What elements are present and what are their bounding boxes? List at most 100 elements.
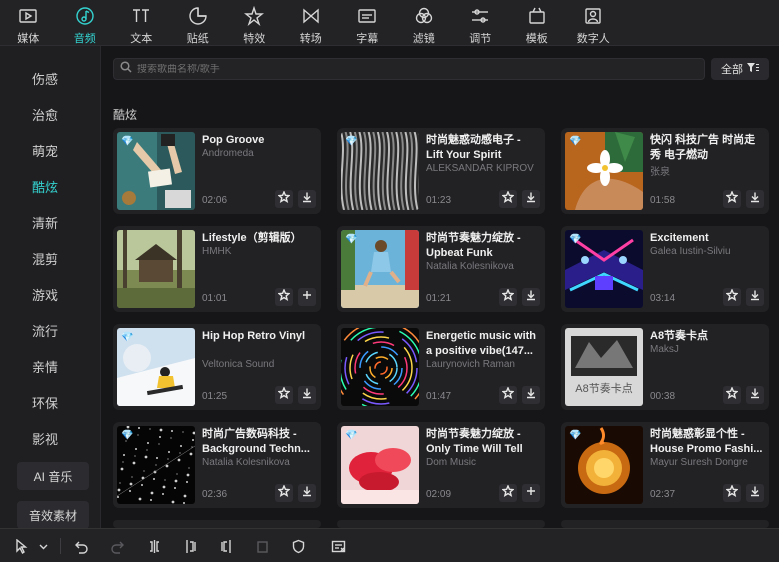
track-card[interactable]: 💎 Hip Hop Retro Vinyl Veltonica Sound 01:25 — [113, 324, 321, 410]
tab-label: 滤镜 — [412, 33, 435, 45]
chevron-down-icon[interactable] — [34, 537, 52, 555]
favorite-button[interactable] — [499, 288, 517, 306]
track-card[interactable]: 💎 时尚节奏魅力绽放 - Upbeat Funk Natalia Kolesniko… — [337, 226, 545, 312]
tab-sticker[interactable]: 贴纸 — [170, 0, 227, 46]
tab-audio[interactable]: 音频 — [57, 0, 114, 46]
sidebar-item[interactable]: 环保 — [0, 393, 90, 412]
download-icon — [525, 190, 537, 208]
sidebar-item[interactable]: 伤感 — [0, 69, 90, 88]
track-card[interactable]: A8节奏卡点 A8节奏卡点 MaksJ 00:38 — [561, 324, 769, 410]
download-button[interactable] — [746, 190, 764, 208]
favorite-button[interactable] — [723, 484, 741, 502]
favorite-button[interactable] — [499, 484, 517, 502]
add-button[interactable] — [298, 288, 316, 306]
download-button[interactable] — [522, 190, 540, 208]
adjust-icon — [470, 6, 490, 31]
download-button[interactable] — [522, 288, 540, 306]
download-button[interactable] — [298, 386, 316, 404]
sidebar-item[interactable]: 亲情 — [0, 357, 90, 376]
track-title: Hip Hop Retro Vinyl — [202, 330, 306, 342]
split-icon[interactable] — [145, 537, 163, 555]
redo-icon[interactable] — [108, 537, 126, 555]
favorite-button[interactable] — [275, 484, 293, 502]
sound-effects-button[interactable]: 音效素材 — [17, 501, 89, 528]
tab-adjust[interactable]: 调节 — [452, 0, 509, 46]
sidebar-item[interactable]: 清新 — [0, 213, 90, 232]
track-card-clipped — [113, 520, 321, 528]
download-icon — [301, 386, 313, 404]
sidebar-item[interactable]: 萌宠 — [0, 141, 90, 160]
track-card[interactable]: 💎 时尚广告数码科技 - Background Techn... Natalia K… — [113, 422, 321, 508]
track-artist: Andromeda — [202, 148, 254, 159]
favorite-button[interactable] — [275, 190, 293, 208]
track-card[interactable]: 💎 快闪 科技广告 时尚走秀 电子燃动 张泉 01:58 — [561, 128, 769, 214]
sidebar-item[interactable]: 游戏 — [0, 285, 90, 304]
favorite-button[interactable] — [723, 386, 741, 404]
select-cursor-icon[interactable] — [12, 537, 30, 555]
track-card[interactable]: 💎 时尚节奏魅力绽放 - Only Time Will Tell Dom Music… — [337, 422, 545, 508]
favorite-button[interactable] — [723, 288, 741, 306]
tab-template[interactable]: 模板 — [509, 0, 566, 46]
favorite-button[interactable] — [723, 190, 741, 208]
download-button[interactable] — [746, 386, 764, 404]
sidebar-item[interactable]: 治愈 — [0, 105, 90, 124]
star-icon — [277, 386, 291, 404]
track-title: Energetic music with a positive vibe(147… — [426, 330, 537, 357]
star-icon — [277, 484, 291, 502]
sidebar-item[interactable]: 混剪 — [0, 249, 90, 268]
tab-label: 字幕 — [356, 33, 379, 45]
trim-right-icon[interactable] — [217, 537, 235, 555]
tab-label: 模板 — [525, 33, 548, 45]
track-card[interactable]: 💎 Pop Groove Andromeda 02:06 — [113, 128, 321, 214]
search-input[interactable] — [137, 63, 697, 75]
star-icon — [277, 288, 291, 306]
track-card[interactable]: 💎 时尚魅惑彰显个性 - House Promo Fashi... Mayur Su… — [561, 422, 769, 508]
track-duration: 01:01 — [202, 293, 228, 304]
delete-icon[interactable] — [253, 537, 271, 555]
download-button[interactable] — [746, 484, 764, 502]
search-box[interactable] — [113, 58, 705, 80]
tab-media[interactable]: 媒体 — [0, 0, 57, 46]
favorite-button[interactable] — [275, 288, 293, 306]
shield-icon[interactable] — [289, 537, 307, 555]
track-card[interactable]: 💎 时尚魅惑动感电子 - Lift Your Spirit ALEKSANDAR K… — [337, 128, 545, 214]
tab-effects[interactable]: 特效 — [226, 0, 283, 46]
track-card-clipped — [561, 520, 769, 528]
sidebar-item[interactable]: 影视 — [0, 429, 90, 448]
star-icon — [725, 288, 739, 306]
sidebar-item[interactable]: 酷炫 — [0, 177, 90, 196]
download-icon — [525, 288, 537, 306]
download-button[interactable] — [522, 386, 540, 404]
track-artist: MaksJ — [650, 344, 679, 355]
tab-text[interactable]: 文本 — [113, 0, 170, 46]
track-card-clipped — [337, 520, 545, 528]
caption-edit-icon[interactable] — [329, 537, 347, 555]
download-button[interactable] — [298, 190, 316, 208]
favorite-button[interactable] — [499, 190, 517, 208]
diamond-icon: 💎 — [345, 136, 358, 147]
track-cover: 💎 — [117, 132, 195, 210]
add-button[interactable] — [522, 484, 540, 502]
track-card[interactable]: 💎 Excitement Galea Iustin-Silviu 03:14 — [561, 226, 769, 312]
tab-transition[interactable]: 转场 — [283, 0, 340, 46]
favorite-button[interactable] — [499, 386, 517, 404]
track-card[interactable]: Energetic music with a positive vibe(147… — [337, 324, 545, 410]
track-cover: 💎 — [117, 426, 195, 504]
tab-subtitle[interactable]: 字幕 — [339, 0, 396, 46]
tab-label: 音频 — [73, 33, 96, 45]
favorite-button[interactable] — [275, 386, 293, 404]
music-library-panel: 全部 酷炫 💎 Pop Groove Andromeda 02:06 💎 时尚魅惑动感电子… — [101, 46, 779, 528]
trim-left-icon[interactable] — [181, 537, 199, 555]
diamond-icon: 💎 — [121, 136, 134, 147]
tab-digital-human[interactable]: 数字人 — [565, 0, 622, 46]
undo-icon[interactable] — [72, 537, 90, 555]
track-title: A8节奏卡点 — [650, 330, 709, 342]
ai-music-button[interactable]: AI 音乐 — [17, 462, 89, 490]
download-button[interactable] — [746, 288, 764, 306]
sidebar-item[interactable]: 流行 — [0, 321, 90, 340]
track-card[interactable]: Lifestyle（剪辑版） HMHK 01:01 — [113, 226, 321, 312]
filter-button[interactable]: 全部 — [711, 58, 769, 80]
tab-filter[interactable]: 滤镜 — [396, 0, 453, 46]
download-button[interactable] — [298, 484, 316, 502]
star-icon — [501, 190, 515, 208]
